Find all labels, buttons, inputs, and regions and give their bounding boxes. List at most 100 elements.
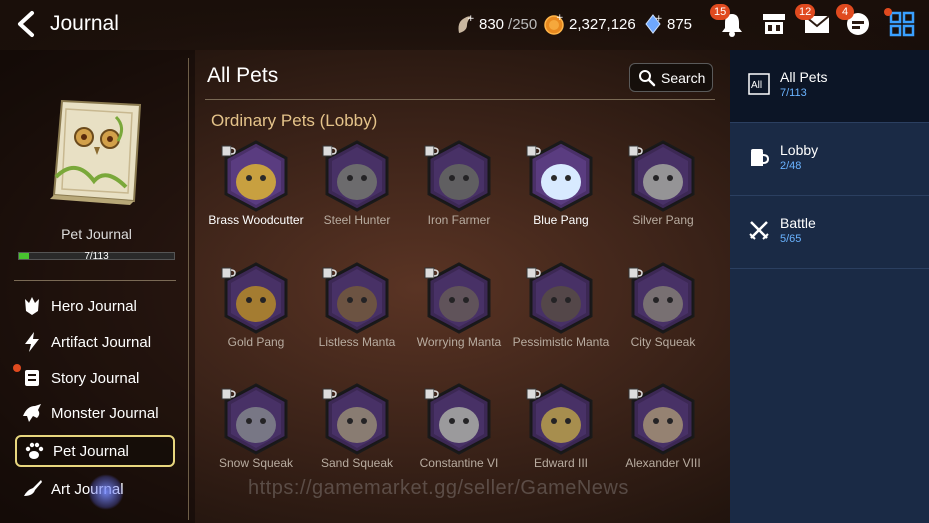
pet-portrait (525, 383, 597, 455)
tab-lobby[interactable]: Lobby 2/48 (730, 123, 929, 196)
story-notification-dot (13, 364, 21, 372)
nav-hero-journal[interactable]: Hero Journal (15, 290, 175, 322)
pet-card[interactable]: Edward III (509, 383, 613, 470)
lobby-mug-icon (424, 388, 439, 400)
pet-card[interactable]: City Squeak (611, 262, 715, 349)
pet-card[interactable]: Alexander VIII (611, 383, 715, 470)
grid-menu-icon (889, 11, 915, 37)
pet-portrait (423, 383, 495, 455)
lobby-mug-icon (526, 145, 541, 157)
nav-pet-journal[interactable]: Pet Journal (15, 435, 175, 467)
lobby-mug-icon (526, 388, 541, 400)
pet-name: Snow Squeak (218, 456, 294, 470)
all-icon: All (748, 73, 770, 95)
touch-cursor (88, 474, 124, 510)
crystal-counter: + 875 (643, 13, 692, 35)
pet-name: Blue Pang (533, 213, 589, 227)
menu-button[interactable] (884, 8, 918, 40)
pet-name: Worrying Manta (416, 335, 502, 349)
chat-button[interactable]: 4 (836, 4, 874, 40)
pet-portrait (321, 262, 393, 334)
mail-badge: 12 (795, 4, 816, 20)
pet-portrait (627, 383, 699, 455)
svg-text:+: + (556, 13, 564, 23)
brush-icon (24, 480, 42, 496)
nav-monster-journal[interactable]: Monster Journal (15, 397, 175, 429)
lobby-mug-icon (424, 145, 439, 157)
pet-portrait (321, 140, 393, 212)
gold-coin-icon: + (544, 13, 564, 35)
book-label: Pet Journal (61, 226, 132, 242)
lightning-icon (25, 332, 39, 352)
stamina-icon: + (458, 14, 475, 33)
nav-story-journal[interactable]: Story Journal (13, 362, 175, 394)
pet-name: Sand Squeak (320, 456, 394, 470)
pet-card[interactable]: Blue Pang (509, 140, 613, 227)
lobby-mug-icon (628, 267, 643, 279)
pet-name: Iron Farmer (427, 213, 491, 227)
mug-icon (751, 149, 770, 166)
tab-battle[interactable]: Battle 5/65 (730, 196, 929, 269)
pet-portrait (423, 140, 495, 212)
notifications-badge: 15 (710, 4, 731, 20)
pet-portrait (525, 140, 597, 212)
pet-card[interactable]: Iron Farmer (407, 140, 511, 227)
collection-progress-text: 7/113 (84, 251, 109, 262)
pet-card[interactable]: Silver Pang (611, 140, 715, 227)
page-title: Journal (50, 12, 119, 35)
pet-portrait (220, 383, 292, 455)
pet-portrait (525, 262, 597, 334)
tab-all-pets[interactable]: All All Pets 7/113 (730, 50, 929, 123)
stamina-counter: + 830/250 (455, 13, 537, 35)
pet-card[interactable]: Snow Squeak (204, 383, 308, 470)
notifications-button[interactable]: 15 (710, 4, 748, 40)
chat-badge: 4 (836, 4, 854, 20)
pet-portrait (627, 262, 699, 334)
gold-counter: + 2,327,126 (543, 13, 636, 35)
pet-name: Brass Woodcutter (208, 213, 304, 227)
panel-divider (188, 58, 189, 520)
crossed-swords-icon (749, 221, 769, 240)
pet-card[interactable]: Brass Woodcutter (204, 140, 308, 227)
pet-portrait (423, 262, 495, 334)
pet-card[interactable]: Sand Squeak (305, 383, 409, 470)
lobby-mug-icon (322, 388, 337, 400)
svg-text:+: + (467, 14, 475, 24)
pet-card[interactable]: Worrying Manta (407, 262, 511, 349)
pet-card[interactable]: Steel Hunter (305, 140, 409, 227)
shop-button[interactable] (758, 8, 790, 40)
shop-icon (763, 14, 785, 34)
hero-helmet-icon (25, 297, 39, 315)
watermark: https://gamemarket.gg/seller/GameNews (248, 477, 629, 499)
pet-name: Silver Pang (632, 213, 694, 227)
lobby-mug-icon (628, 388, 643, 400)
pet-name: Pessimistic Manta (512, 335, 610, 349)
lobby-mug-icon (322, 267, 337, 279)
pet-card[interactable]: Gold Pang (204, 262, 308, 349)
pet-name: Listless Manta (318, 335, 396, 349)
divider (205, 99, 715, 100)
svg-text:+: + (655, 14, 663, 24)
lobby-mug-icon (221, 388, 236, 400)
lobby-mug-icon (221, 145, 236, 157)
lobby-mug-icon (526, 267, 541, 279)
search-button[interactable]: Search (629, 63, 713, 92)
lobby-mug-icon (628, 145, 643, 157)
menu-notification-dot (884, 8, 892, 16)
pet-card[interactable]: Pessimistic Manta (509, 262, 613, 349)
pet-name: Edward III (533, 456, 589, 470)
mail-button[interactable]: 12 (795, 4, 833, 40)
pet-category-title: Ordinary Pets (Lobby) (211, 111, 378, 130)
scroll-icon (25, 370, 39, 386)
pet-card[interactable]: Listless Manta (305, 262, 409, 349)
pet-journal-book-icon (50, 99, 142, 205)
pet-name: Alexander VIII (625, 456, 701, 470)
divider (14, 280, 176, 281)
lobby-mug-icon (322, 145, 337, 157)
back-arrow-icon[interactable] (14, 10, 42, 38)
pet-portrait (321, 383, 393, 455)
pet-portrait (220, 262, 292, 334)
lobby-mug-icon (221, 267, 236, 279)
pet-card[interactable]: Constantine VI (407, 383, 511, 470)
nav-artifact-journal[interactable]: Artifact Journal (15, 326, 175, 358)
